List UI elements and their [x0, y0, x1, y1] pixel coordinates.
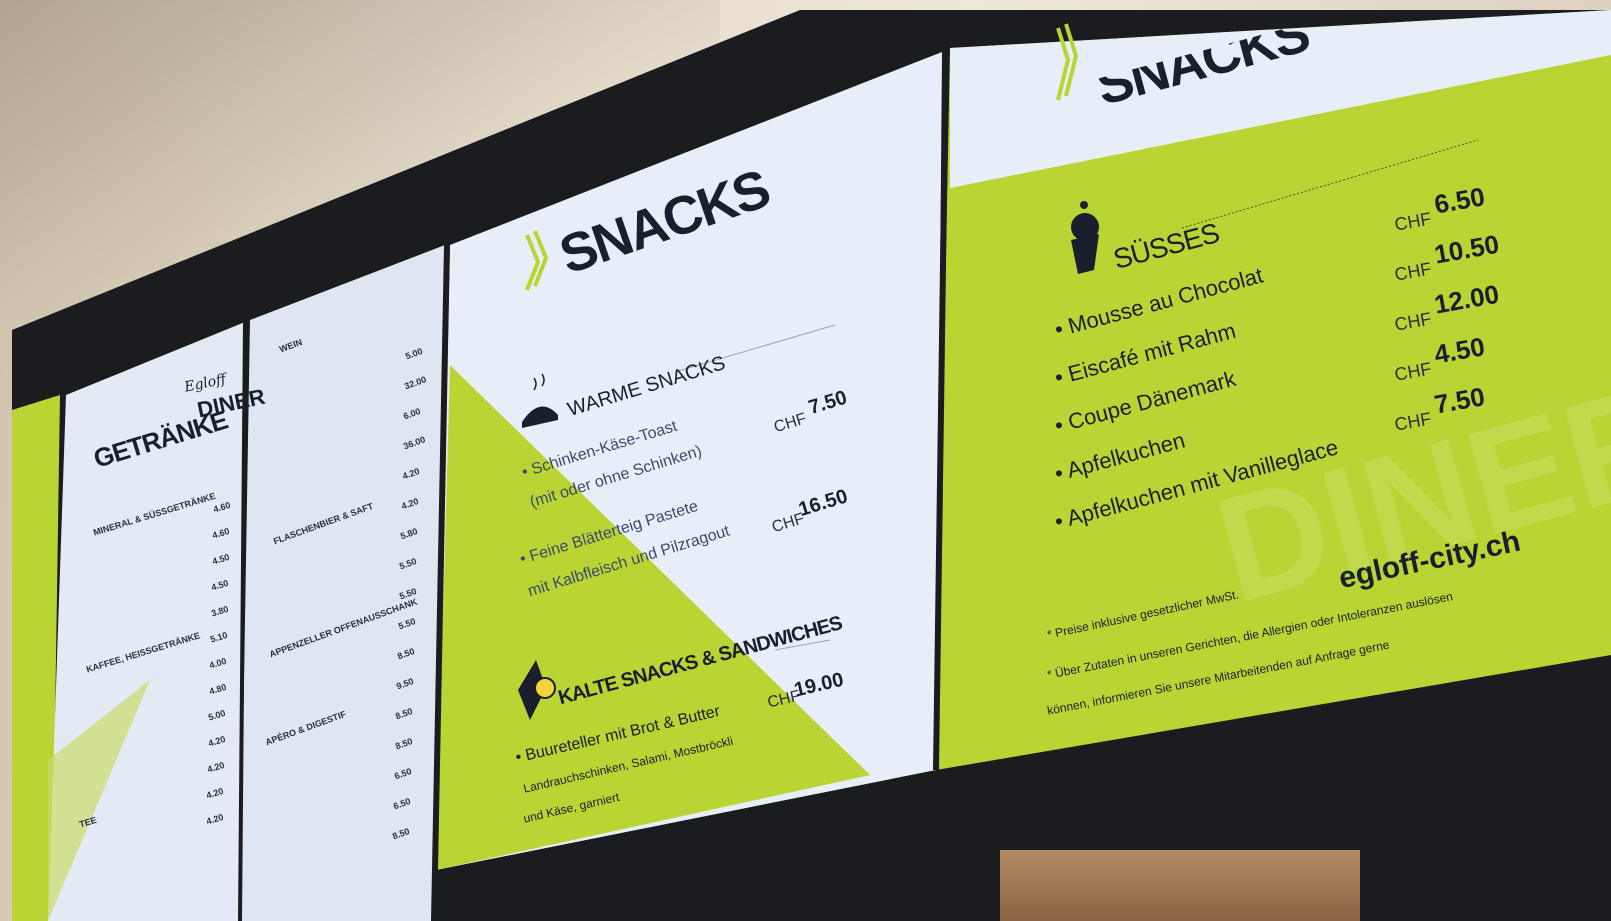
wooden-counter [1000, 850, 1360, 921]
screen-wein [240, 245, 445, 921]
